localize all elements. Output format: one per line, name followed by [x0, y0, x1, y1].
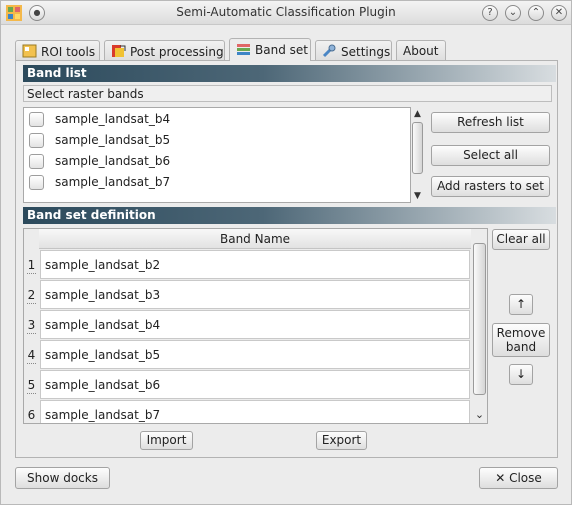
close-window-button[interactable]: ✕	[551, 5, 567, 21]
refresh-list-button[interactable]: Refresh list	[431, 112, 550, 133]
table-row[interactable]: sample_landsat_b7	[40, 400, 470, 423]
plugin-window: ● Semi-Automatic Classification Plugin ?…	[0, 0, 572, 505]
row-number: 4	[27, 348, 36, 362]
import-button[interactable]: Import	[140, 431, 193, 450]
tab-settings-label: Settings	[341, 45, 391, 59]
post-processing-icon	[112, 45, 126, 57]
row-divider	[27, 333, 36, 334]
add-rasters-button[interactable]: Add rasters to set	[431, 176, 550, 197]
tab-settings[interactable]: Settings	[315, 40, 392, 61]
row-number: 5	[27, 378, 36, 392]
table-row[interactable]: sample_landsat_b3	[40, 280, 470, 309]
tab-band-set-label: Band set	[255, 43, 308, 57]
remove-band-button[interactable]: Remove band	[492, 323, 550, 357]
tab-about[interactable]: About	[396, 40, 446, 61]
scroll-down-icon[interactable]: ⌄	[472, 409, 487, 421]
band-name-column-header[interactable]: Band Name	[39, 229, 471, 249]
band-checkbox[interactable]	[29, 112, 44, 127]
tab-roi-tools[interactable]: ROI tools	[15, 40, 100, 61]
tab-post-processing-label: Post processing	[130, 45, 224, 59]
maximize-button[interactable]: ⌃	[528, 5, 544, 21]
scroll-up-icon[interactable]: ▲	[411, 108, 424, 120]
band-list-header: Band list	[23, 65, 556, 82]
table-row[interactable]: sample_landsat_b5	[40, 340, 470, 369]
band-checkbox[interactable]	[29, 133, 44, 148]
move-down-button[interactable]: ↓	[509, 364, 533, 385]
row-divider	[27, 393, 36, 394]
row-number: 6	[27, 408, 36, 422]
band-checkbox[interactable]	[29, 175, 44, 190]
band-set-scrollbar[interactable]: ⌄	[472, 229, 487, 423]
table-row[interactable]: sample_landsat_b4	[40, 310, 470, 339]
tab-about-label: About	[403, 44, 439, 58]
band-checkbox[interactable]	[29, 154, 44, 169]
tab-band-set[interactable]: Band set	[229, 38, 311, 61]
row-number: 1	[27, 258, 36, 272]
clear-all-button[interactable]: Clear all	[492, 229, 550, 250]
row-number: 2	[27, 288, 36, 302]
band-set-icon	[237, 44, 250, 55]
table-row[interactable]: sample_landsat_b2	[40, 250, 470, 279]
select-raster-bands-label: Select raster bands	[23, 85, 552, 102]
band-item-label: sample_landsat_b7	[55, 175, 171, 189]
tab-roi-tools-label: ROI tools	[41, 45, 96, 59]
help-button[interactable]: ?	[482, 5, 498, 21]
close-button[interactable]: ✕ Close	[479, 467, 558, 489]
table-row[interactable]: sample_landsat_b6	[40, 370, 470, 399]
tab-post-processing[interactable]: Post processing	[104, 40, 225, 61]
scroll-thumb[interactable]	[473, 243, 486, 395]
band-item-label: sample_landsat_b6	[55, 154, 171, 168]
band-set-definition-header: Band set definition	[23, 207, 556, 224]
scroll-thumb[interactable]	[412, 122, 423, 174]
scroll-down-icon[interactable]: ▼	[411, 190, 424, 202]
export-button[interactable]: Export	[316, 431, 367, 450]
select-all-button[interactable]: Select all	[431, 145, 550, 166]
band-item-label: sample_landsat_b5	[55, 133, 171, 147]
row-number: 3	[27, 318, 36, 332]
move-up-button[interactable]: ↑	[509, 294, 533, 315]
row-divider	[27, 363, 36, 364]
row-divider	[27, 273, 36, 274]
band-list-scrollbar[interactable]: ▲ ▼	[411, 108, 424, 202]
row-divider	[27, 303, 36, 304]
band-set-table[interactable]: Band Name 1 sample_landsat_b2 2 sample_l…	[23, 228, 488, 424]
wrench-icon	[322, 44, 336, 58]
raster-band-list[interactable]: sample_landsat_b4 sample_landsat_b5 samp…	[23, 107, 411, 203]
roi-tools-icon	[22, 44, 37, 58]
minimize-button[interactable]: ⌄	[505, 5, 521, 21]
show-docks-button[interactable]: Show docks	[15, 467, 110, 489]
title-bar[interactable]: ● Semi-Automatic Classification Plugin ?…	[1, 1, 571, 25]
band-item-label: sample_landsat_b4	[55, 112, 171, 126]
